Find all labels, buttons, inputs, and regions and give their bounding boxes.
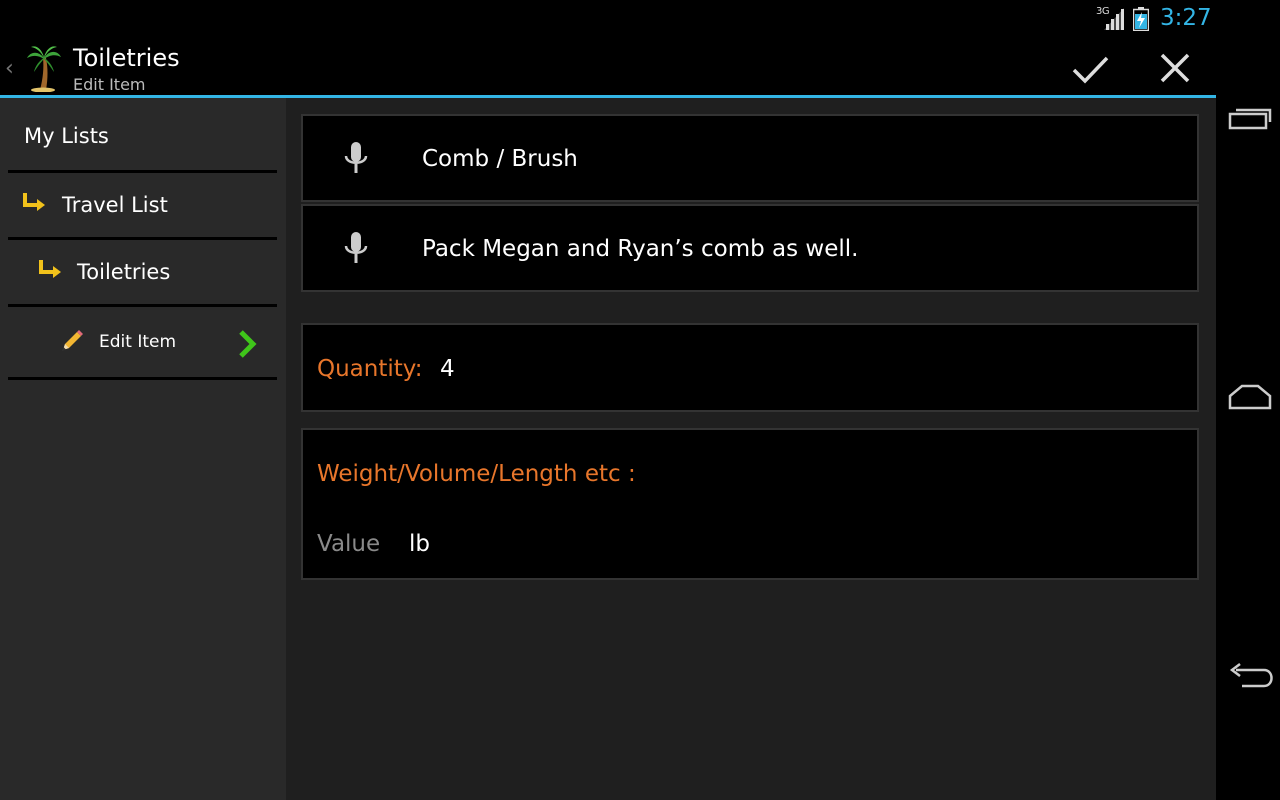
chevron-left-icon[interactable]: ‹ [5, 56, 14, 81]
measure-value-field[interactable]: Value [317, 531, 380, 557]
signal-icon [1104, 8, 1124, 30]
status-bar [0, 0, 1216, 38]
close-icon [1160, 53, 1190, 83]
palm-tree-icon[interactable] [26, 44, 62, 92]
page-subtitle: Edit Item [73, 75, 146, 94]
back-icon[interactable] [1226, 660, 1278, 692]
sidebar-item-edit-item[interactable]: Edit Item [8, 307, 277, 380]
sidebar-item-label: My Lists [24, 124, 109, 148]
sidebar-item-label: Edit Item [99, 332, 177, 352]
action-bar [0, 38, 1216, 95]
item-note-card: Pack Megan and Ryan’s comb as well. [301, 204, 1199, 292]
sidebar-item-label: Travel List [62, 193, 168, 217]
recent-apps-icon[interactable] [1226, 104, 1274, 132]
home-icon[interactable] [1226, 382, 1274, 412]
quantity-card: Quantity: 4 [301, 323, 1199, 412]
microphone-icon[interactable] [343, 140, 369, 176]
measure-card: Weight/Volume/Length etc : Value lb [301, 428, 1199, 580]
measure-unit-field[interactable]: lb [409, 531, 430, 557]
item-note-field[interactable]: Pack Megan and Ryan’s comb as well. [422, 236, 858, 262]
item-name-card: Comb / Brush [301, 114, 1199, 202]
pencil-icon [62, 330, 83, 351]
sidebar: My Lists Travel List Toiletries Edit Ite… [0, 98, 286, 800]
battery-charging-icon [1133, 7, 1149, 31]
sidebar-item-toiletries[interactable]: Toiletries [8, 240, 277, 307]
microphone-icon[interactable] [343, 230, 369, 266]
cancel-button[interactable] [1150, 48, 1200, 90]
page-title: Toiletries [73, 44, 180, 72]
subdirectory-arrow-icon [39, 260, 61, 278]
item-name-field[interactable]: Comb / Brush [422, 146, 578, 172]
sidebar-item-my-lists[interactable]: My Lists [8, 98, 277, 173]
clock: 3:27 [1160, 5, 1212, 31]
sidebar-item-travel-list[interactable]: Travel List [8, 173, 277, 240]
subdirectory-arrow-icon [23, 193, 45, 211]
measure-label: Weight/Volume/Length etc : [317, 461, 636, 487]
quantity-label: Quantity: [317, 356, 423, 382]
quantity-field[interactable]: 4 [440, 356, 455, 382]
sidebar-item-label: Toiletries [77, 260, 171, 284]
done-button[interactable] [1066, 48, 1116, 90]
check-icon [1072, 56, 1109, 84]
chevron-right-icon [239, 330, 257, 358]
